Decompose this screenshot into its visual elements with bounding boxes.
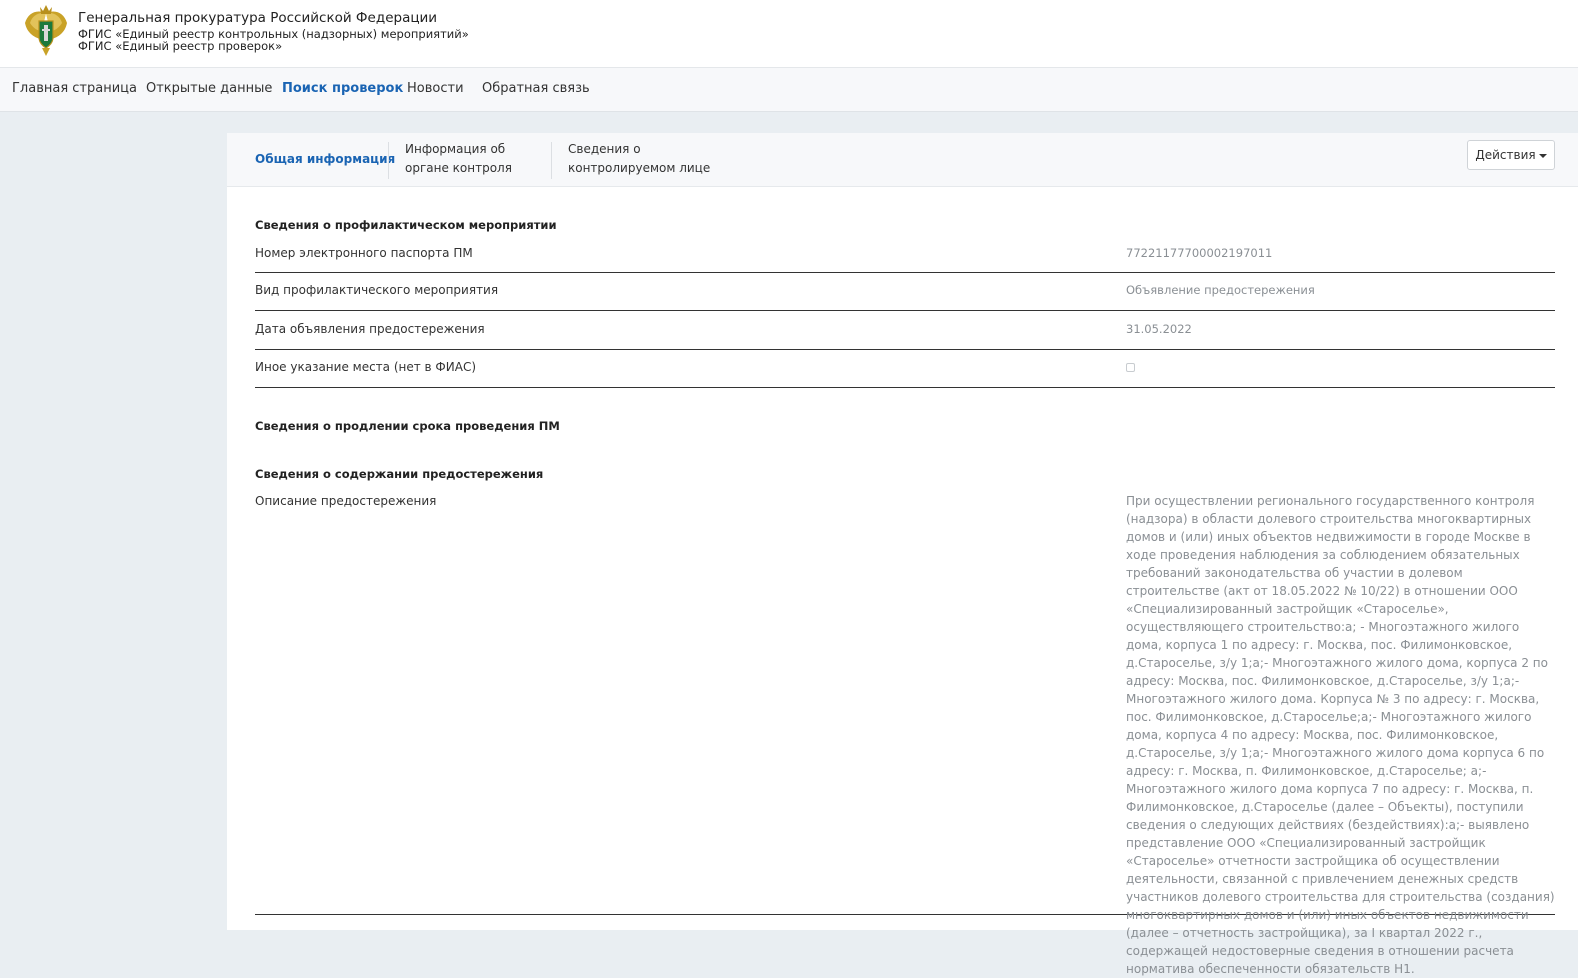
tab-general-info[interactable]: Общая информация — [255, 150, 395, 169]
tab-control-body[interactable]: Информация об органе контроля — [405, 140, 512, 178]
info-row: Номер электронного паспорта ПМ 772211777… — [255, 238, 1555, 273]
row-label: Иное указание места (нет в ФИАС) — [255, 360, 477, 374]
row-label: Номер электронного паспорта ПМ — [255, 246, 473, 260]
tab-label-line: Информация об — [405, 142, 506, 156]
tab-controlled-person[interactable]: Сведения о контролируемом лице — [568, 140, 710, 178]
actions-dropdown-button[interactable]: Действия — [1467, 140, 1555, 170]
nav-feedback[interactable]: Обратная связь — [482, 81, 590, 96]
site-header: Генеральная прокуратура Российской Федер… — [0, 0, 1578, 67]
info-row: Вид профилактического мероприятия Объявл… — [255, 273, 1555, 311]
main-nav: Главная страница Открытые данные Поиск п… — [0, 67, 1578, 112]
inspection-card: Общая информация Информация об органе ко… — [227, 133, 1578, 976]
section-title-prevention: Сведения о профилактическом мероприятии — [255, 218, 557, 232]
warning-description-text: При осуществлении регионального государс… — [1126, 494, 1555, 976]
section-title-content: Сведения о содержании предостережения — [255, 467, 544, 481]
nav-open-data[interactable]: Открытые данные — [146, 81, 272, 96]
nav-search-inspections[interactable]: Поиск проверок — [282, 81, 403, 96]
nav-home[interactable]: Главная страница — [12, 81, 137, 96]
row-value: 77221177700002197011 — [1126, 246, 1273, 260]
fias-other-checkbox[interactable] — [1126, 363, 1135, 372]
row-value: Объявление предостережения — [1126, 283, 1315, 297]
section-title-extension: Сведения о продлении срока проведения ПМ — [255, 419, 560, 433]
system-title-2: ФГИС «Единый реестр проверок» — [78, 39, 283, 53]
row-label: Дата объявления предостережения — [255, 322, 485, 336]
actions-label: Действия — [1475, 148, 1536, 162]
row-label: Описание предостережения — [255, 494, 437, 508]
tab-label-line: органе контроля — [405, 161, 512, 175]
info-row: Дата объявления предостережения 31.05.20… — [255, 311, 1555, 350]
tab-label-line: контролируемом лице — [568, 161, 711, 175]
caret-down-icon — [1538, 153, 1547, 158]
row-value: 31.05.2022 — [1126, 322, 1192, 336]
tab-bar: Общая информация Информация об органе ко… — [227, 133, 1578, 187]
tab-divider — [388, 142, 389, 179]
nav-news[interactable]: Новости — [407, 81, 464, 96]
tab-divider — [551, 142, 552, 179]
row-label: Вид профилактического мероприятия — [255, 283, 499, 297]
coat-of-arms-icon[interactable] — [22, 3, 70, 58]
org-title: Генеральная прокуратура Российской Федер… — [78, 10, 438, 26]
tab-label-line: Сведения о — [568, 142, 641, 156]
info-row: Иное указание места (нет в ФИАС) — [255, 350, 1555, 388]
